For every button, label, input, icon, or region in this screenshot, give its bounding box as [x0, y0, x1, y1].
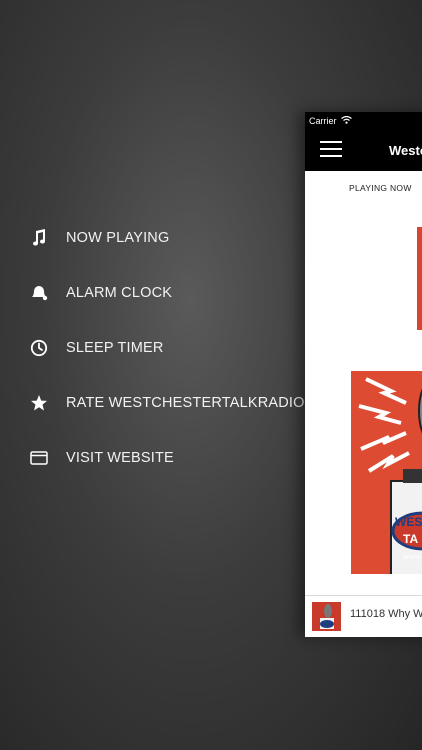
star-icon — [28, 392, 50, 414]
menu-item-label: ALARM CLOCK — [66, 285, 173, 301]
bell-icon — [28, 282, 50, 304]
browser-window-icon — [28, 447, 50, 469]
menu-item-rate[interactable]: RATE WESTCHESTERTALKRADIO — [28, 388, 304, 418]
menu-item-label: NOW PLAYING — [66, 230, 170, 246]
carrier-label: Carrier — [309, 115, 337, 126]
wifi-icon — [340, 115, 352, 126]
nav-bar: Westc — [305, 129, 422, 171]
menu-item-label: SLEEP TIMER — [66, 340, 164, 356]
app-title: Westc — [389, 143, 422, 158]
clock-icon — [28, 337, 50, 359]
music-note-icon — [28, 227, 50, 249]
track-title: 111018 Why W — [350, 608, 422, 620]
hamburger-menu-icon[interactable] — [320, 141, 342, 158]
side-menu: NOW PLAYING ALARM CLOCK SLEEP TIMER RATE… — [0, 0, 304, 750]
mini-player[interactable]: 111018 Why W — [305, 595, 422, 637]
menu-item-visit-website[interactable]: VISIT WEBSITE — [28, 443, 174, 473]
menu-item-label: RATE WESTCHESTERTALKRADIO — [66, 395, 305, 411]
menu-item-now-playing[interactable]: NOW PLAYING — [28, 223, 169, 253]
tab-bar: PLAYING NOW — [305, 171, 422, 204]
svg-text:TA: TA — [403, 532, 418, 546]
svg-text:WES: WES — [395, 515, 422, 529]
app-preview[interactable]: Carrier Westc PLAYING NOW WES TA — [305, 112, 422, 637]
now-playing-content: WES TA Where — [305, 204, 422, 602]
menu-item-alarm-clock[interactable]: ALARM CLOCK — [28, 278, 172, 308]
station-artwork: WES TA Where — [351, 371, 422, 574]
tab-playing-now[interactable]: PLAYING NOW — [349, 183, 412, 193]
player-thumbnail — [312, 602, 341, 631]
station-artwork-thumbnail — [417, 227, 422, 330]
menu-item-sleep-timer[interactable]: SLEEP TIMER — [28, 333, 163, 363]
status-bar: Carrier — [305, 112, 422, 129]
menu-item-label: VISIT WEBSITE — [66, 450, 174, 466]
svg-text:Where: Where — [403, 555, 421, 561]
